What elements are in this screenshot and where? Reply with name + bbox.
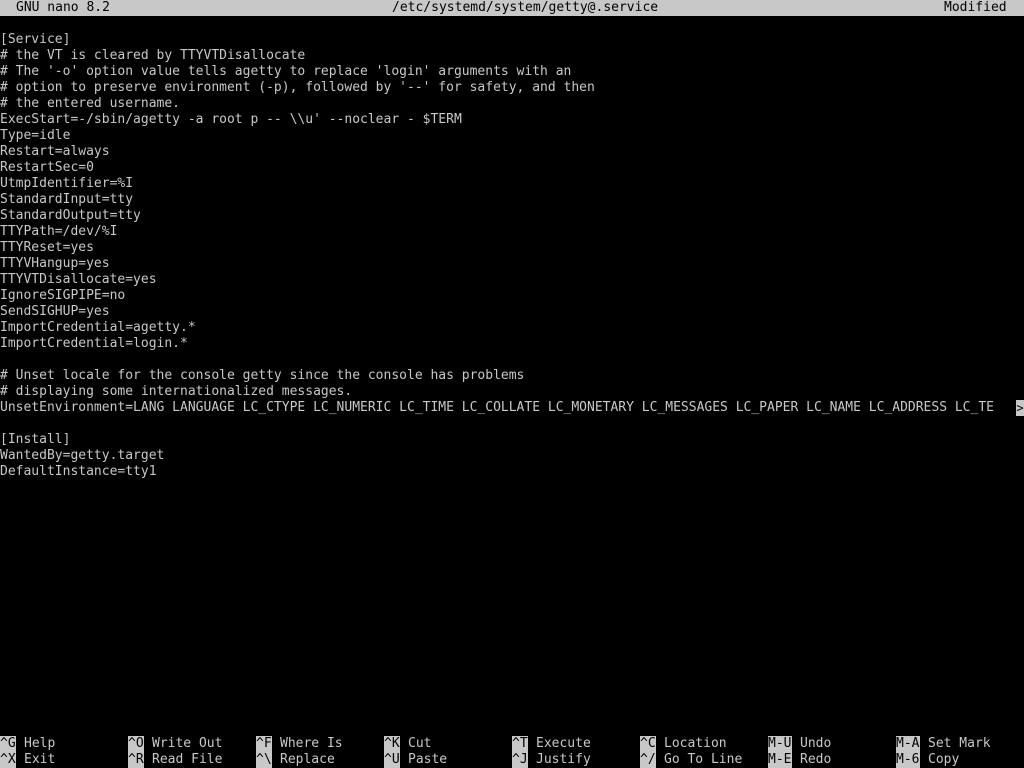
shortcut-set-mark[interactable]: M-A Set Mark [896, 736, 991, 752]
shortcut-undo[interactable]: M-U Undo [768, 736, 831, 752]
shortcut-key: ^K [384, 736, 400, 752]
shortcut-label: Undo [800, 736, 832, 751]
shortcut-key: ^T [512, 736, 528, 752]
editor-line[interactable] [0, 416, 1016, 432]
editor-line[interactable]: # the VT is cleared by TTYVTDisallocate [0, 48, 1016, 64]
editor-line[interactable]: IgnoreSIGPIPE=no [0, 288, 1016, 304]
shortcut-key: M-E [768, 752, 792, 768]
editor-line[interactable]: Type=idle [0, 128, 1016, 144]
shortcut-go-to-line[interactable]: ^/ Go To Line [640, 752, 742, 768]
shortcut-where-is[interactable]: ^F Where Is [256, 736, 343, 752]
editor-line[interactable]: ImportCredential=agetty.* [0, 320, 1016, 336]
shortcut-label: Set Mark [928, 736, 991, 751]
editor-line[interactable]: TTYReset=yes [0, 240, 1016, 256]
shortcut-cut[interactable]: ^K Cut [384, 736, 431, 752]
shortcut-label: Where Is [280, 736, 343, 751]
line-overflow-indicator: > [1016, 400, 1024, 416]
editor-line[interactable]: # displaying some internationalized mess… [0, 384, 1016, 400]
shortcut-key: ^O [128, 736, 144, 752]
shortcut-key: ^\ [256, 752, 272, 768]
shortcut-label: Paste [408, 752, 448, 767]
editor-line[interactable]: ImportCredential=login.* [0, 336, 1016, 352]
shortcut-key: ^F [256, 736, 272, 752]
shortcut-justify[interactable]: ^J Justify [512, 752, 591, 768]
shortcut-key: ^G [0, 736, 16, 752]
shortcut-label: Go To Line [664, 752, 743, 767]
file-path: /etc/systemd/system/getty@.service [392, 0, 659, 15]
editor-line[interactable]: WantedBy=getty.target [0, 448, 1016, 464]
editor-line[interactable]: # option to preserve environment (-p), f… [0, 80, 1016, 96]
editor-line[interactable]: [Service] [0, 32, 1016, 48]
shortcut-label: Read File [152, 752, 223, 767]
shortcut-key: ^C [640, 736, 656, 752]
shortcut-redo[interactable]: M-E Redo [768, 752, 831, 768]
shortcut-read-file[interactable]: ^R Read File [128, 752, 222, 768]
shortcut-key: M-U [768, 736, 792, 752]
editor-line[interactable]: [Install] [0, 432, 1016, 448]
app-name: GNU nano 8.2 [16, 0, 110, 15]
shortcut-location[interactable]: ^C Location [640, 736, 727, 752]
shortcut-key: ^X [0, 752, 16, 768]
editor-line[interactable]: UtmpIdentifier=%I [0, 176, 1016, 192]
shortcut-label: Copy [928, 752, 960, 767]
shortcut-label: Write Out [152, 736, 223, 751]
shortcut-key: ^R [128, 752, 144, 768]
editor-area[interactable]: [Service] # the VT is cleared by TTYVTDis… [0, 32, 1024, 720]
editor-line[interactable]: # the entered username. [0, 96, 1016, 112]
shortcut-key: M-6 [896, 752, 920, 768]
shortcut-exit[interactable]: ^X Exit [0, 752, 55, 768]
editor-line[interactable]: RestartSec=0 [0, 160, 1016, 176]
shortcut-label: Help [24, 736, 56, 751]
shortcut-label: Execute [536, 736, 591, 751]
editor-line[interactable]: StandardOutput=tty [0, 208, 1016, 224]
shortcut-key: ^U [384, 752, 400, 768]
editor-line[interactable]: TTYVTDisallocate=yes [0, 272, 1016, 288]
editor-line[interactable]: Restart=always [0, 144, 1016, 160]
shortcut-label: Justify [536, 752, 591, 767]
shortcut-label: Redo [800, 752, 832, 767]
shortcut-execute[interactable]: ^T Execute [512, 736, 591, 752]
editor-line[interactable]: StandardInput=tty [0, 192, 1016, 208]
editor-line[interactable]: # The '-o' option value tells agetty to … [0, 64, 1016, 80]
shortcut-key: M-A [896, 736, 920, 752]
shortcut-help[interactable]: ^G Help [0, 736, 55, 752]
shortcut-label: Cut [408, 736, 432, 751]
editor-line[interactable]: TTYVHangup=yes [0, 256, 1016, 272]
title-bar: GNU nano 8.2 /etc/systemd/system/getty@.… [0, 0, 1024, 16]
editor-line[interactable] [0, 352, 1016, 368]
shortcut-label: Exit [24, 752, 56, 767]
shortcut-write-out[interactable]: ^O Write Out [128, 736, 222, 752]
shortcut-label: Replace [280, 752, 335, 767]
shortcut-key: ^/ [640, 752, 656, 768]
editor-line[interactable]: SendSIGHUP=yes [0, 304, 1016, 320]
editor-line[interactable]: UnsetEnvironment=LANG LANGUAGE LC_CTYPE … [0, 400, 1016, 416]
editor-line[interactable]: ExecStart=-/sbin/agetty -a root p -- \\u… [0, 112, 1016, 128]
shortcut-paste[interactable]: ^U Paste [384, 752, 447, 768]
shortcut-label: Location [664, 736, 727, 751]
modified-status: Modified [944, 0, 1007, 15]
shortcut-key: ^J [512, 752, 528, 768]
editor-line[interactable]: DefaultInstance=tty1 [0, 464, 1016, 480]
editor-line[interactable]: # Unset locale for the console getty sin… [0, 368, 1016, 384]
editor-line[interactable]: TTYPath=/dev/%I [0, 224, 1016, 240]
shortcut-replace[interactable]: ^\ Replace [256, 752, 335, 768]
shortcut-copy[interactable]: M-6 Copy [896, 752, 959, 768]
